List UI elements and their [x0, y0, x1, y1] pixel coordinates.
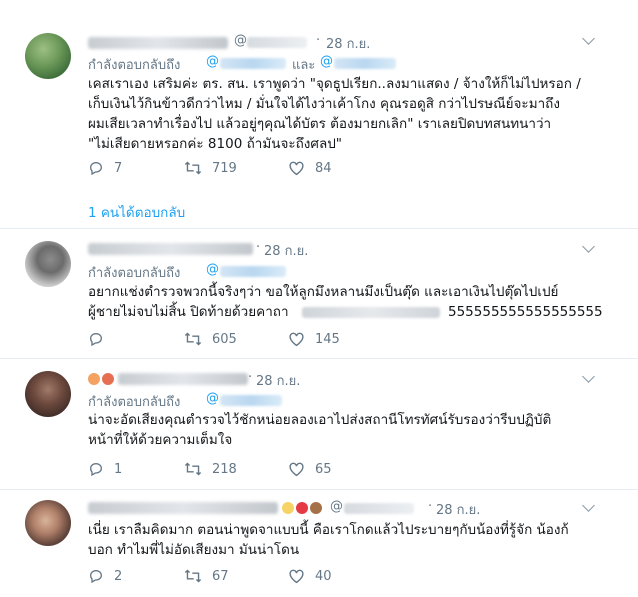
tweet-date[interactable]: 28 ก.ย.	[264, 240, 308, 261]
emoji-icon	[282, 502, 294, 514]
avatar[interactable]	[25, 33, 71, 79]
retweet-count: 67	[212, 568, 229, 584]
chevron-down-icon[interactable]	[582, 240, 595, 253]
tweet-actions: 1 218 65	[88, 461, 488, 481]
tweet-actions: 7 719 84	[88, 160, 488, 180]
meta-dot: ·	[316, 33, 321, 48]
retweet-icon	[184, 332, 202, 346]
like-button[interactable]: 65	[288, 461, 332, 477]
emoji-icon	[88, 373, 100, 385]
heart-icon	[289, 161, 304, 176]
avatar[interactable]	[25, 500, 71, 546]
display-name-redacted[interactable]	[88, 502, 278, 514]
retweet-button[interactable]: 67	[184, 568, 229, 584]
reply-mention-1[interactable]: @	[206, 262, 219, 277]
reply-icon	[89, 569, 103, 584]
retweet-count: 218	[212, 461, 237, 477]
tweet-text: น่าจะอัดเสียงคุณตำรวจไว้ชักหน่อยลองเอาไป…	[88, 412, 552, 448]
tweet-date[interactable]: 28 ก.ย.	[436, 499, 480, 520]
tweet-item[interactable]: @ · 28 ก.ย. เนี่ย เราลืมคิดมาก ตอนน่าพูด…	[0, 490, 638, 597]
heart-icon	[289, 332, 304, 347]
show-replies-link[interactable]: 1 คนได้ตอบกลับ	[88, 201, 185, 223]
replying-to-label: กำลังตอบกลับถึง	[88, 58, 181, 73]
handle-prefix: @	[330, 499, 343, 514]
tweet-text: เนี่ย เราลืมคิดมาก ตอนน่าพูดจาแบบนี้ คือ…	[88, 522, 569, 558]
reply-mention-1[interactable]: @	[206, 54, 219, 69]
reply-icon	[89, 332, 103, 347]
mention-redacted-1[interactable]	[220, 266, 286, 277]
reply-button[interactable]: 1	[88, 461, 122, 477]
like-count: 65	[315, 461, 332, 477]
display-name-redacted[interactable]	[88, 243, 253, 255]
display-name-redacted[interactable]	[118, 373, 248, 385]
reply-button[interactable]	[88, 331, 114, 347]
emoji-icon	[296, 502, 308, 514]
like-button[interactable]: 40	[288, 568, 332, 584]
reply-icon	[89, 462, 103, 477]
replying-to-label: กำลังตอบกลับถึง	[88, 266, 181, 281]
tweet-date[interactable]: 28 ก.ย.	[326, 33, 370, 54]
meta-dot: ·	[248, 370, 253, 385]
retweet-icon	[184, 161, 202, 175]
tweet-item[interactable]: @ 28 ก.ย. · กำลังตอบกลับถึง @ และ @ เคสเ…	[0, 0, 638, 227]
avatar[interactable]	[25, 241, 71, 287]
reply-button[interactable]: 7	[88, 160, 122, 176]
retweet-button[interactable]: 605	[184, 331, 237, 347]
reply-and-label: และ	[292, 58, 316, 73]
reply-button[interactable]: 2	[88, 568, 122, 584]
tweet-date[interactable]: 28 ก.ย.	[256, 370, 300, 391]
mention-redacted-1[interactable]	[220, 58, 286, 69]
chevron-down-icon[interactable]	[582, 370, 595, 383]
chevron-down-icon[interactable]	[582, 32, 595, 45]
tweet-actions: 605 145	[88, 331, 488, 351]
retweet-count: 719	[212, 160, 237, 176]
tweet-text: เคสเราเอง เสริมค่ะ ตร. สน. เราพูดว่า "จุ…	[88, 76, 581, 152]
retweet-icon	[184, 569, 202, 583]
mention-redacted-2[interactable]	[334, 58, 396, 69]
reply-mention-2[interactable]: @	[320, 54, 333, 69]
replying-to-label: กำลังตอบกลับถึง	[88, 395, 181, 410]
handle-redacted[interactable]	[344, 503, 414, 514]
like-button[interactable]: 84	[288, 160, 332, 176]
reply-icon	[89, 161, 103, 176]
reply-count: 7	[114, 160, 123, 176]
reply-feed: @ 28 ก.ย. · กำลังตอบกลับถึง @ และ @ เคสเ…	[0, 0, 638, 597]
mention-redacted-1[interactable]	[220, 395, 282, 406]
retweet-button[interactable]: 218	[184, 461, 237, 477]
display-name-redacted[interactable]	[88, 37, 228, 49]
emoji-icon	[310, 502, 322, 514]
avatar[interactable]	[25, 371, 71, 417]
meta-dot: ·	[428, 499, 433, 514]
handle-prefix: @	[234, 33, 247, 48]
heart-icon	[289, 462, 304, 477]
retweet-count: 605	[212, 331, 237, 347]
emoji-icon	[102, 373, 114, 385]
like-button[interactable]: 145	[288, 331, 340, 347]
tweet-actions: 2 67 40	[88, 568, 488, 588]
retweet-icon	[184, 462, 202, 476]
like-count: 84	[315, 160, 332, 176]
like-count: 40	[315, 568, 332, 584]
tweet-item[interactable]: · 28 ก.ย. กำลังตอบกลับถึง @ น่าจะอัดเสีย…	[0, 359, 638, 487]
meta-dot: ·	[256, 240, 261, 255]
tweet-item[interactable]: · 28 ก.ย. กำลังตอบกลับถึง @ อยากแช่งตำรว…	[0, 229, 638, 361]
reply-count: 1	[114, 461, 123, 477]
reply-count: 2	[114, 568, 123, 584]
chevron-down-icon[interactable]	[582, 499, 595, 512]
retweet-button[interactable]: 719	[184, 160, 237, 176]
heart-icon	[289, 569, 304, 584]
handle-redacted[interactable]	[247, 37, 307, 48]
reply-mention-1[interactable]: @	[206, 391, 219, 406]
text-redacted	[302, 307, 440, 318]
like-count: 145	[315, 331, 340, 347]
tweet-text-tail: 555555555555555555	[448, 304, 603, 320]
